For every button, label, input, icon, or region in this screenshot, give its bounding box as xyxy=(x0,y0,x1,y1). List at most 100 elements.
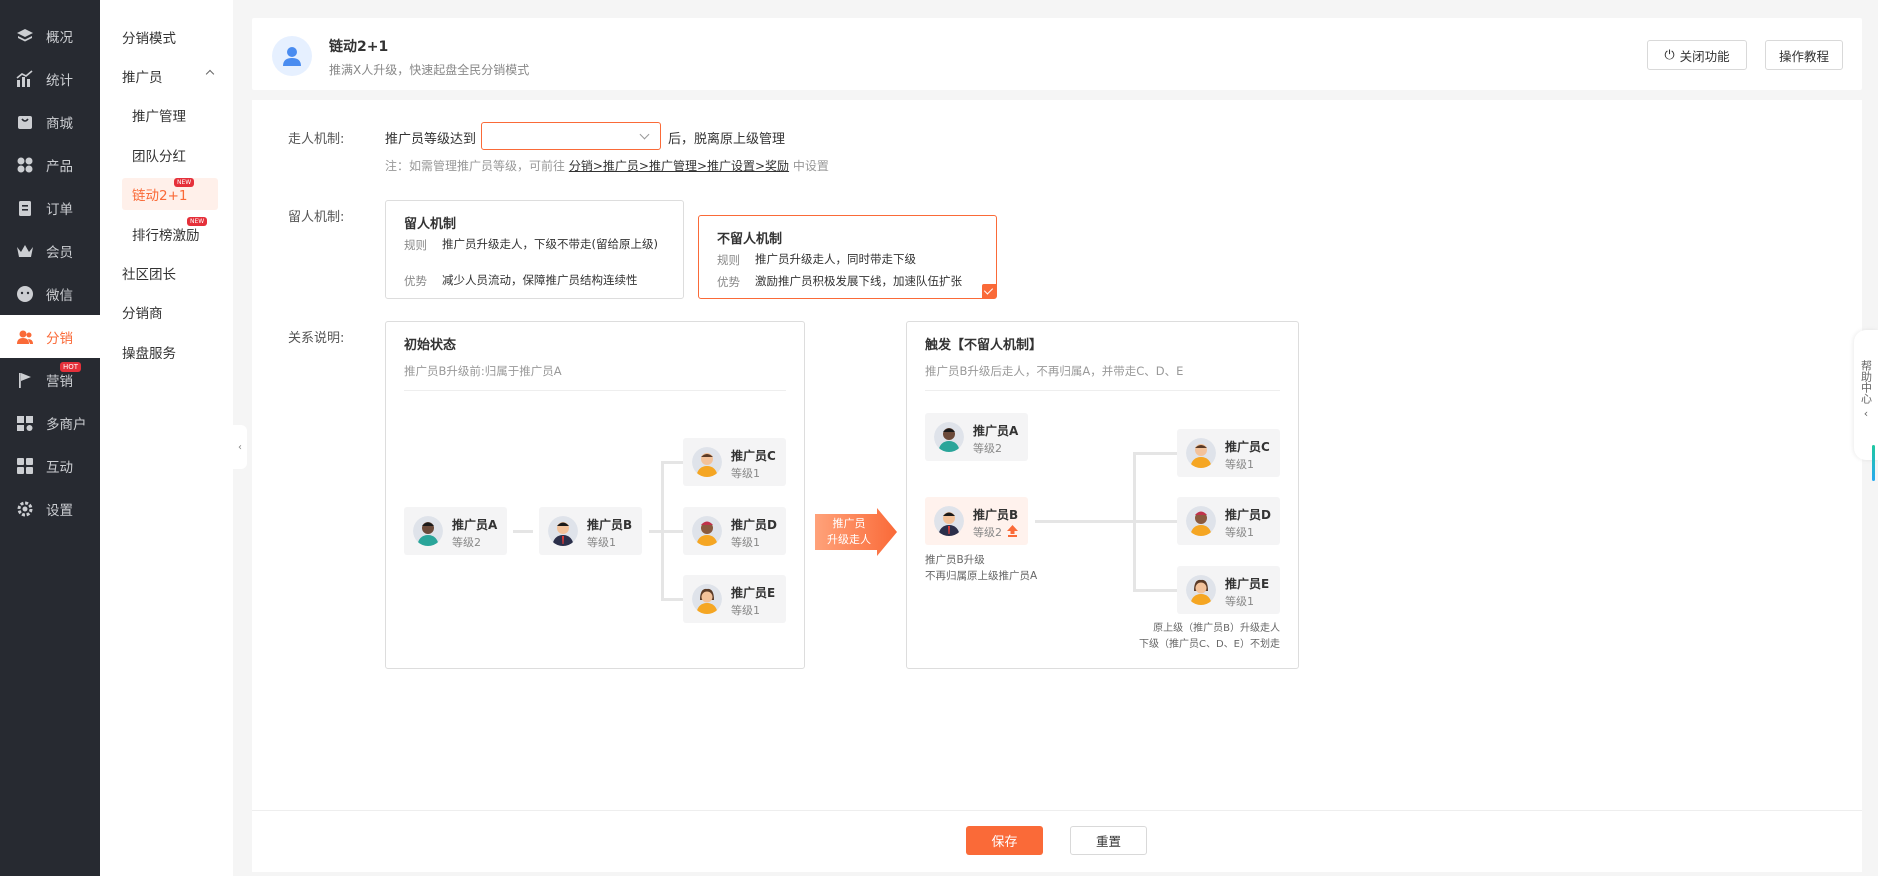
subnav-item-distributor[interactable]: 分销商 xyxy=(100,293,233,332)
help-center-tab[interactable]: 帮助中心 ‹ xyxy=(1854,330,1878,481)
node-name: 推广员D xyxy=(731,518,777,532)
subnav-item-operation[interactable]: 操盘服务 xyxy=(100,332,233,371)
node-level: 等级1 xyxy=(731,467,760,480)
connector-line xyxy=(661,530,683,533)
subnav-item-mode[interactable]: 分销模式 xyxy=(100,17,233,56)
leave-prefix: 推广员等级达到 xyxy=(385,132,477,147)
promoter-node-e: 推广员E 等级1 xyxy=(683,575,786,623)
avatar xyxy=(692,584,722,614)
nav-item-multi-merchant[interactable]: 多商户 xyxy=(0,401,100,444)
shop-icon xyxy=(18,115,32,129)
node-name: 推广员A xyxy=(973,424,1019,438)
stay-mechanism-card[interactable]: 留人机制 规则 推广员升级走人，下级不带走(留给原上级) 优势 减少人员流动，保… xyxy=(385,200,684,299)
adv-value: 减少人员流动，保障推广员结构连续性 xyxy=(442,273,638,287)
settings-link[interactable]: 分销>推广员>推广管理>推广设置>奖励 xyxy=(569,159,789,173)
nav-item-product[interactable]: 产品 xyxy=(0,143,100,186)
adv-key: 优势 xyxy=(404,274,427,288)
subnav-item-promote-manage[interactable]: 推广管理 xyxy=(100,96,233,135)
connector-line xyxy=(1035,520,1135,523)
subnav-item-chain-2-1[interactable]: 链动2+1 NEW xyxy=(100,175,233,214)
tutorial-button[interactable]: 操作教程 xyxy=(1765,40,1843,70)
leave-suffix: 后，脱离原上级管理 xyxy=(668,132,786,147)
avatar xyxy=(413,516,443,546)
help-indicator xyxy=(1872,445,1875,481)
flag-icon xyxy=(19,372,31,388)
close-feature-button[interactable]: ⏻ 关闭功能 xyxy=(1647,40,1747,70)
user-icon xyxy=(283,47,301,66)
node-level: 等级2 xyxy=(452,536,481,549)
nav-item-mall[interactable]: 商城 xyxy=(0,100,100,143)
check-icon xyxy=(982,284,996,298)
stay-label: 留人机制: xyxy=(288,210,345,225)
avatar xyxy=(1186,575,1216,605)
divider xyxy=(925,390,1280,391)
nav-item-overview[interactable]: 概况 xyxy=(0,14,100,57)
nav-item-marketing[interactable]: 营销 HOT xyxy=(0,358,100,401)
note-suffix: 中设置 xyxy=(789,159,829,173)
subnav-label: 排行榜激励 xyxy=(132,227,200,244)
avatar xyxy=(934,506,964,536)
reset-button[interactable]: 重置 xyxy=(1070,826,1147,855)
page-header: 链动2+1 推满X人升级，快速起盘全民分销模式 ⏻ 关闭功能 操作教程 xyxy=(252,18,1862,90)
new-badge: NEW xyxy=(174,177,195,187)
nav-label: 概况 xyxy=(46,29,73,46)
promoter-node-a: 推广员A 等级2 xyxy=(404,507,507,555)
promoter-node-b: 推广员B 等级1 xyxy=(539,507,642,555)
level-select[interactable] xyxy=(481,122,661,150)
node-name: 推广员C xyxy=(731,449,776,463)
connector-line xyxy=(661,598,683,601)
panel-title: 初始状态 xyxy=(404,338,457,353)
promoter-node-e: 推广员E 等级1 xyxy=(1177,566,1280,614)
nav-item-wechat[interactable]: 微信 xyxy=(0,272,100,315)
app-root: 概况 统计 商城 产品 订单 会员 微信 分销 营销 HOT 多商户 互动 设置… xyxy=(0,0,1878,876)
subnav-label: 社区团长 xyxy=(122,267,176,284)
subnav-label: 推广管理 xyxy=(132,109,186,126)
nav-label: 订单 xyxy=(46,201,73,218)
node-level: 等级1 xyxy=(1225,526,1254,539)
nav-item-distribution[interactable]: 分销 xyxy=(0,315,100,358)
node-name: 推广员C xyxy=(1225,440,1270,454)
nav-item-order[interactable]: 订单 xyxy=(0,186,100,229)
gear-icon xyxy=(17,501,33,516)
chevron-up-icon xyxy=(205,70,215,79)
node-level: 等级1 xyxy=(1225,595,1254,608)
avatar xyxy=(1186,506,1216,536)
users-icon xyxy=(17,330,33,344)
promoter-node-c: 推广员C 等级1 xyxy=(683,438,786,486)
nav-label: 多商户 xyxy=(46,416,87,433)
clipboard-icon xyxy=(19,200,31,216)
b-caption-line-1: 推广员B升级 xyxy=(925,554,985,566)
subnav-label: 团队分红 xyxy=(132,148,186,165)
collapse-sidebar-button[interactable]: ‹ xyxy=(233,425,247,469)
nav-item-settings[interactable]: 设置 xyxy=(0,487,100,530)
avatar xyxy=(548,516,578,546)
subnav-item-ranking[interactable]: 排行榜激励 NEW xyxy=(100,214,233,253)
note-prefix: 注：如需管理推广员等级，可前往 xyxy=(385,159,569,173)
save-button[interactable]: 保存 xyxy=(966,826,1043,855)
nav-item-member[interactable]: 会员 xyxy=(0,229,100,272)
chart-icon xyxy=(16,69,33,87)
right-caption-line-2: 下级（推广员C、D、E）不划走 xyxy=(1138,639,1280,650)
nav-label: 商城 xyxy=(46,115,73,132)
panel-subtitle: 推广员B升级前:归属于推广员A xyxy=(404,364,562,378)
node-level: 等级1 xyxy=(731,604,760,617)
subnav-item-community[interactable]: 社区团长 xyxy=(100,253,233,292)
avatar xyxy=(692,447,722,477)
rule-value: 推广员升级走人，下级不带走(留给原上级) xyxy=(442,237,658,251)
upgrade-icon xyxy=(1007,525,1018,537)
no-stay-mechanism-card[interactable]: 不留人机制 规则 推广员升级走人，同时带走下级 优势 激励推广员积极发展下线，加… xyxy=(698,215,997,299)
nav-item-stats[interactable]: 统计 xyxy=(0,57,100,100)
subnav-label: 操盘服务 xyxy=(122,345,176,362)
subnav-item-promoter[interactable]: 推广员 xyxy=(100,56,233,95)
b-caption-line-2: 不再归属原上级推广员A xyxy=(925,570,1038,582)
main-nav: 概况 统计 商城 产品 订单 会员 微信 分销 营销 HOT 多商户 互动 设置 xyxy=(0,0,100,876)
subnav-item-team-bonus[interactable]: 团队分红 xyxy=(100,135,233,174)
feature-avatar xyxy=(272,36,312,76)
adv-key: 优势 xyxy=(717,275,740,289)
subnav-label: 链动2+1 xyxy=(122,178,218,211)
subnav-label: 分销商 xyxy=(122,306,163,323)
grid-icon xyxy=(17,157,33,172)
crown-icon xyxy=(17,244,33,257)
nav-item-interact[interactable]: 互动 xyxy=(0,444,100,487)
sub-nav: 分销模式 推广员 推广管理 团队分红 链动2+1 NEW 排行榜激励 NEW 社区团… xyxy=(100,0,233,876)
